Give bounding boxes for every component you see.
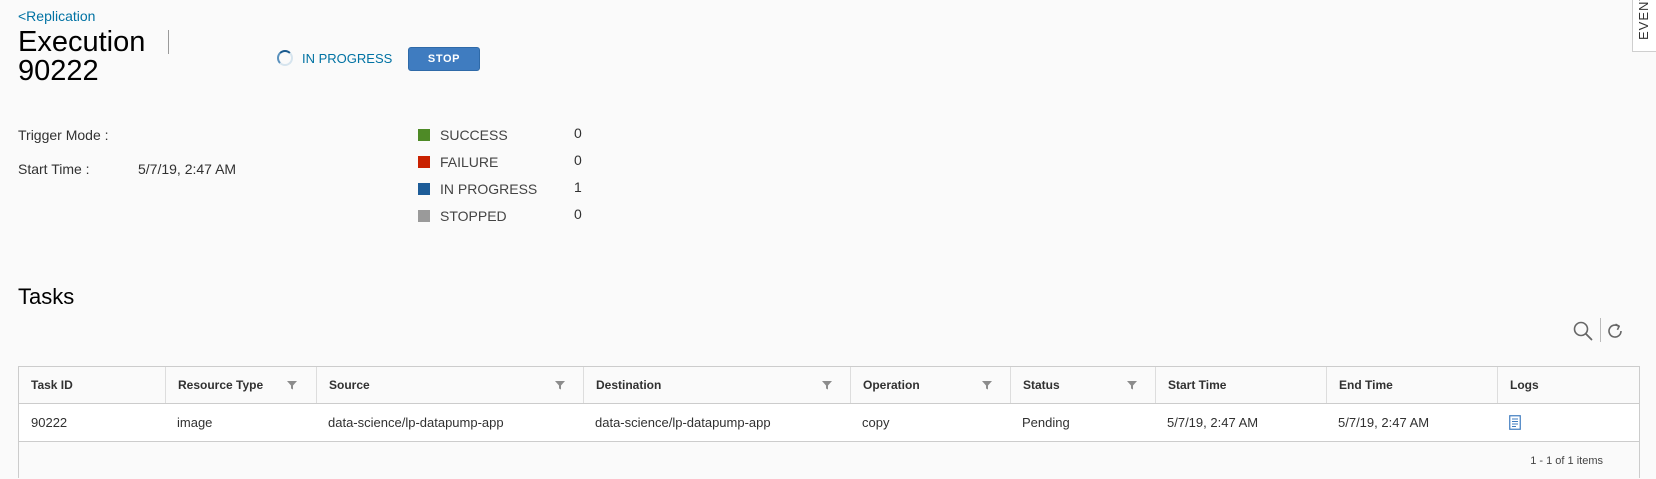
column-label: Operation — [863, 378, 920, 392]
start-time-label: Start Time : — [18, 161, 90, 177]
trigger-mode-label: Trigger Mode : — [18, 127, 109, 143]
column-logs[interactable]: Logs — [1497, 367, 1639, 403]
column-status[interactable]: Status — [1010, 367, 1155, 403]
success-swatch — [418, 129, 430, 141]
filter-icon[interactable] — [981, 379, 993, 391]
stat-failure: FAILURE 0 — [418, 152, 582, 170]
column-label: Logs — [1510, 378, 1539, 392]
stat-label: FAILURE — [440, 154, 499, 170]
cell-logs — [1497, 404, 1521, 441]
tasks-heading: Tasks — [18, 284, 75, 309]
status-text: IN PROGRESS — [302, 50, 393, 66]
failure-swatch — [418, 156, 430, 168]
column-label: Task ID — [31, 378, 73, 392]
column-label: Status — [1023, 378, 1060, 392]
cell-end-time: 5/7/19, 2:47 AM — [1338, 415, 1430, 430]
toolbar-separator — [1600, 318, 1601, 342]
events-side-tab[interactable]: EVENTS — [1632, 0, 1656, 52]
stat-success: SUCCESS 0 — [418, 125, 582, 143]
column-operation[interactable]: Operation — [850, 367, 1010, 403]
column-start-time[interactable]: Start Time — [1155, 367, 1326, 403]
column-label: Start Time — [1168, 378, 1227, 392]
filter-icon[interactable] — [286, 379, 298, 391]
stat-label: IN PROGRESS — [440, 181, 538, 197]
filter-icon[interactable] — [821, 379, 833, 391]
column-task-id[interactable]: Task ID — [19, 367, 165, 403]
column-label: Resource Type — [178, 378, 264, 392]
column-label: Source — [329, 378, 370, 392]
tasks-table: Task ID Resource Type Source Destination… — [18, 366, 1640, 479]
events-tab-label: EVENTS — [1636, 0, 1651, 40]
stat-stopped: STOPPED 0 — [418, 206, 582, 224]
execution-id: 90222 — [18, 55, 99, 87]
stop-button[interactable]: STOP — [408, 47, 480, 71]
column-label: End Time — [1339, 378, 1393, 392]
cell-task-id: 90222 — [31, 415, 68, 430]
stat-value: 1 — [574, 179, 582, 195]
cell-destination: data-science/lp-datapump-app — [595, 415, 771, 430]
column-label: Destination — [596, 378, 662, 392]
stat-value: 0 — [574, 206, 582, 222]
execution-status: IN PROGRESS — [277, 50, 392, 66]
cell-resource-type: image — [177, 415, 213, 430]
column-resource-type[interactable]: Resource Type — [165, 367, 316, 403]
stopped-swatch — [418, 210, 430, 222]
cell-status: Pending — [1022, 415, 1070, 430]
column-source[interactable]: Source — [316, 367, 583, 403]
refresh-icon[interactable] — [1604, 320, 1626, 342]
table-footer: 1 - 1 of 1 items — [19, 442, 1639, 479]
stat-value: 0 — [574, 125, 582, 141]
page-title: Execution 90222 — [18, 28, 158, 86]
start-time-value: 5/7/19, 2:47 AM — [138, 161, 237, 177]
table-row[interactable]: 90222 image data-science/lp-datapump-app… — [19, 404, 1639, 442]
column-destination[interactable]: Destination — [583, 367, 850, 403]
column-end-time[interactable]: End Time — [1326, 367, 1497, 403]
filter-icon[interactable] — [554, 379, 566, 391]
pagination-text: 1 - 1 of 1 items — [1530, 455, 1603, 467]
stat-in-progress: IN PROGRESS 1 — [418, 179, 582, 197]
cell-start-time: 5/7/19, 2:47 AM — [1167, 415, 1259, 430]
spinner-icon — [277, 50, 293, 66]
stat-label: SUCCESS — [440, 127, 508, 143]
title-divider — [168, 30, 169, 54]
table-header: Task ID Resource Type Source Destination… — [19, 367, 1639, 404]
back-to-replication-link[interactable]: <Replication — [18, 8, 95, 24]
in-progress-swatch — [418, 183, 430, 195]
cell-source: data-science/lp-datapump-app — [328, 415, 504, 430]
log-file-icon[interactable] — [1509, 415, 1521, 430]
stat-label: STOPPED — [440, 208, 507, 224]
page-title-line1: Execution — [18, 26, 146, 58]
search-icon[interactable] — [1572, 320, 1594, 342]
cell-operation: copy — [862, 415, 890, 430]
filter-icon[interactable] — [1126, 379, 1138, 391]
stat-value: 0 — [574, 152, 582, 168]
